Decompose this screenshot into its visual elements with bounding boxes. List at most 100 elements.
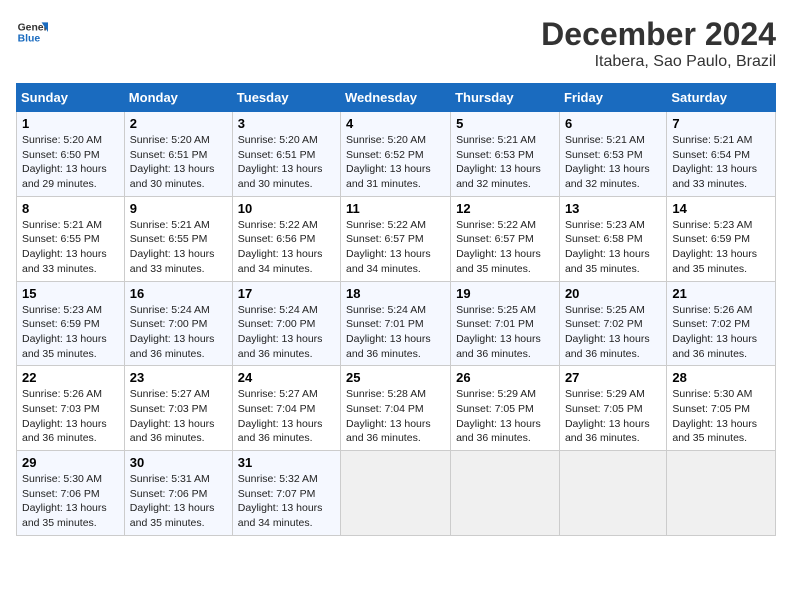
day-info: Sunrise: 5:22 AMSunset: 6:56 PMDaylight:…: [238, 218, 335, 277]
day-number: 1: [22, 116, 119, 131]
day-number: 14: [672, 201, 770, 216]
col-monday: Monday: [124, 84, 232, 112]
calendar-week-row: 8 Sunrise: 5:21 AMSunset: 6:55 PMDaylight…: [17, 196, 776, 281]
page-title: December 2024: [541, 16, 776, 53]
day-info: Sunrise: 5:30 AMSunset: 7:06 PMDaylight:…: [22, 472, 119, 531]
logo-icon: General Blue: [16, 16, 48, 48]
table-row: 20 Sunrise: 5:25 AMSunset: 7:02 PMDayligh…: [559, 281, 666, 366]
day-number: 23: [130, 370, 227, 385]
svg-text:Blue: Blue: [18, 34, 41, 45]
day-number: 17: [238, 286, 335, 301]
table-row: 11 Sunrise: 5:22 AMSunset: 6:57 PMDayligh…: [341, 196, 451, 281]
day-number: 27: [565, 370, 661, 385]
col-wednesday: Wednesday: [341, 84, 451, 112]
table-row: 7 Sunrise: 5:21 AMSunset: 6:54 PMDaylight…: [667, 112, 776, 197]
table-row: 9 Sunrise: 5:21 AMSunset: 6:55 PMDaylight…: [124, 196, 232, 281]
day-number: 15: [22, 286, 119, 301]
day-info: Sunrise: 5:27 AMSunset: 7:04 PMDaylight:…: [238, 387, 335, 446]
day-info: Sunrise: 5:28 AMSunset: 7:04 PMDaylight:…: [346, 387, 445, 446]
day-info: Sunrise: 5:31 AMSunset: 7:06 PMDaylight:…: [130, 472, 227, 531]
day-info: Sunrise: 5:26 AMSunset: 7:03 PMDaylight:…: [22, 387, 119, 446]
table-row: 30Sunrise: 5:31 AMSunset: 7:06 PMDayligh…: [124, 451, 232, 536]
day-info: Sunrise: 5:22 AMSunset: 6:57 PMDaylight:…: [456, 218, 554, 277]
table-row: 5Sunrise: 5:21 AMSunset: 6:53 PMDaylight…: [451, 112, 560, 197]
day-info: Sunrise: 5:21 AMSunset: 6:54 PMDaylight:…: [672, 133, 770, 192]
day-number: 10: [238, 201, 335, 216]
day-info: Sunrise: 5:21 AMSunset: 6:55 PMDaylight:…: [130, 218, 227, 277]
day-info: Sunrise: 5:23 AMSunset: 6:59 PMDaylight:…: [672, 218, 770, 277]
calendar-week-row: 15 Sunrise: 5:23 AMSunset: 6:59 PMDayligh…: [17, 281, 776, 366]
day-info: Sunrise: 5:20 AMSunset: 6:50 PMDaylight:…: [22, 133, 119, 192]
day-number: 18: [346, 286, 445, 301]
table-row: 2 Sunrise: 5:20 AMSunset: 6:51 PMDaylight…: [124, 112, 232, 197]
col-friday: Friday: [559, 84, 666, 112]
day-info: Sunrise: 5:24 AMSunset: 7:00 PMDaylight:…: [238, 303, 335, 362]
day-info: Sunrise: 5:32 AMSunset: 7:07 PMDaylight:…: [238, 472, 335, 531]
day-info: Sunrise: 5:21 AMSunset: 6:55 PMDaylight:…: [22, 218, 119, 277]
day-number: 31: [238, 455, 335, 470]
table-row: [341, 451, 451, 536]
day-number: 6: [565, 116, 661, 131]
day-info: Sunrise: 5:22 AMSunset: 6:57 PMDaylight:…: [346, 218, 445, 277]
table-row: 18 Sunrise: 5:24 AMSunset: 7:01 PMDayligh…: [341, 281, 451, 366]
table-row: 15 Sunrise: 5:23 AMSunset: 6:59 PMDayligh…: [17, 281, 125, 366]
day-number: 5: [456, 116, 554, 131]
day-number: 26: [456, 370, 554, 385]
day-info: Sunrise: 5:26 AMSunset: 7:02 PMDaylight:…: [672, 303, 770, 362]
day-number: 13: [565, 201, 661, 216]
calendar-week-row: 22 Sunrise: 5:26 AMSunset: 7:03 PMDayligh…: [17, 366, 776, 451]
day-number: 2: [130, 116, 227, 131]
day-info: Sunrise: 5:20 AMSunset: 6:51 PMDaylight:…: [130, 133, 227, 192]
day-info: Sunrise: 5:24 AMSunset: 7:00 PMDaylight:…: [130, 303, 227, 362]
table-row: [667, 451, 776, 536]
table-row: 27 Sunrise: 5:29 AMSunset: 7:05 PMDayligh…: [559, 366, 666, 451]
table-row: 4Sunrise: 5:20 AMSunset: 6:52 PMDaylight…: [341, 112, 451, 197]
day-number: 9: [130, 201, 227, 216]
day-number: 16: [130, 286, 227, 301]
page-header: General Blue December 2024 Itabera, Sao …: [16, 16, 776, 71]
col-thursday: Thursday: [451, 84, 560, 112]
day-info: Sunrise: 5:29 AMSunset: 7:05 PMDaylight:…: [565, 387, 661, 446]
table-row: 28Sunrise: 5:30 AMSunset: 7:05 PMDayligh…: [667, 366, 776, 451]
table-row: 6 Sunrise: 5:21 AMSunset: 6:53 PMDaylight…: [559, 112, 666, 197]
day-number: 19: [456, 286, 554, 301]
day-info: Sunrise: 5:24 AMSunset: 7:01 PMDaylight:…: [346, 303, 445, 362]
day-info: Sunrise: 5:23 AMSunset: 6:59 PMDaylight:…: [22, 303, 119, 362]
day-info: Sunrise: 5:25 AMSunset: 7:02 PMDaylight:…: [565, 303, 661, 362]
table-row: [451, 451, 560, 536]
day-number: 7: [672, 116, 770, 131]
table-row: 23 Sunrise: 5:27 AMSunset: 7:03 PMDayligh…: [124, 366, 232, 451]
col-saturday: Saturday: [667, 84, 776, 112]
day-info: Sunrise: 5:20 AMSunset: 6:51 PMDaylight:…: [238, 133, 335, 192]
day-info: Sunrise: 5:23 AMSunset: 6:58 PMDaylight:…: [565, 218, 661, 277]
day-info: Sunrise: 5:25 AMSunset: 7:01 PMDaylight:…: [456, 303, 554, 362]
table-row: 10 Sunrise: 5:22 AMSunset: 6:56 PMDayligh…: [232, 196, 340, 281]
day-number: 8: [22, 201, 119, 216]
day-number: 29: [22, 455, 119, 470]
table-row: 13 Sunrise: 5:23 AMSunset: 6:58 PMDayligh…: [559, 196, 666, 281]
table-row: 26 Sunrise: 5:29 AMSunset: 7:05 PMDayligh…: [451, 366, 560, 451]
table-row: 17 Sunrise: 5:24 AMSunset: 7:00 PMDayligh…: [232, 281, 340, 366]
table-row: 31 Sunrise: 5:32 AMSunset: 7:07 PMDayligh…: [232, 451, 340, 536]
day-info: Sunrise: 5:21 AMSunset: 6:53 PMDaylight:…: [565, 133, 661, 192]
day-number: 20: [565, 286, 661, 301]
day-number: 3: [238, 116, 335, 131]
table-row: 21 Sunrise: 5:26 AMSunset: 7:02 PMDayligh…: [667, 281, 776, 366]
day-number: 11: [346, 201, 445, 216]
table-row: 22 Sunrise: 5:26 AMSunset: 7:03 PMDayligh…: [17, 366, 125, 451]
day-info: Sunrise: 5:27 AMSunset: 7:03 PMDaylight:…: [130, 387, 227, 446]
table-row: 24Sunrise: 5:27 AMSunset: 7:04 PMDayligh…: [232, 366, 340, 451]
day-info: Sunrise: 5:29 AMSunset: 7:05 PMDaylight:…: [456, 387, 554, 446]
table-row: 3 Sunrise: 5:20 AMSunset: 6:51 PMDaylight…: [232, 112, 340, 197]
day-number: 22: [22, 370, 119, 385]
page-subtitle: Itabera, Sao Paulo, Brazil: [541, 53, 776, 71]
table-row: 16 Sunrise: 5:24 AMSunset: 7:00 PMDayligh…: [124, 281, 232, 366]
table-row: 25 Sunrise: 5:28 AMSunset: 7:04 PMDayligh…: [341, 366, 451, 451]
calendar-week-row: 29 Sunrise: 5:30 AMSunset: 7:06 PMDayligh…: [17, 451, 776, 536]
day-number: 25: [346, 370, 445, 385]
day-info: Sunrise: 5:30 AMSunset: 7:05 PMDaylight:…: [672, 387, 770, 446]
calendar-table: Sunday Monday Tuesday Wednesday Thursday…: [16, 83, 776, 536]
day-number: 12: [456, 201, 554, 216]
table-row: 14 Sunrise: 5:23 AMSunset: 6:59 PMDayligh…: [667, 196, 776, 281]
day-number: 21: [672, 286, 770, 301]
